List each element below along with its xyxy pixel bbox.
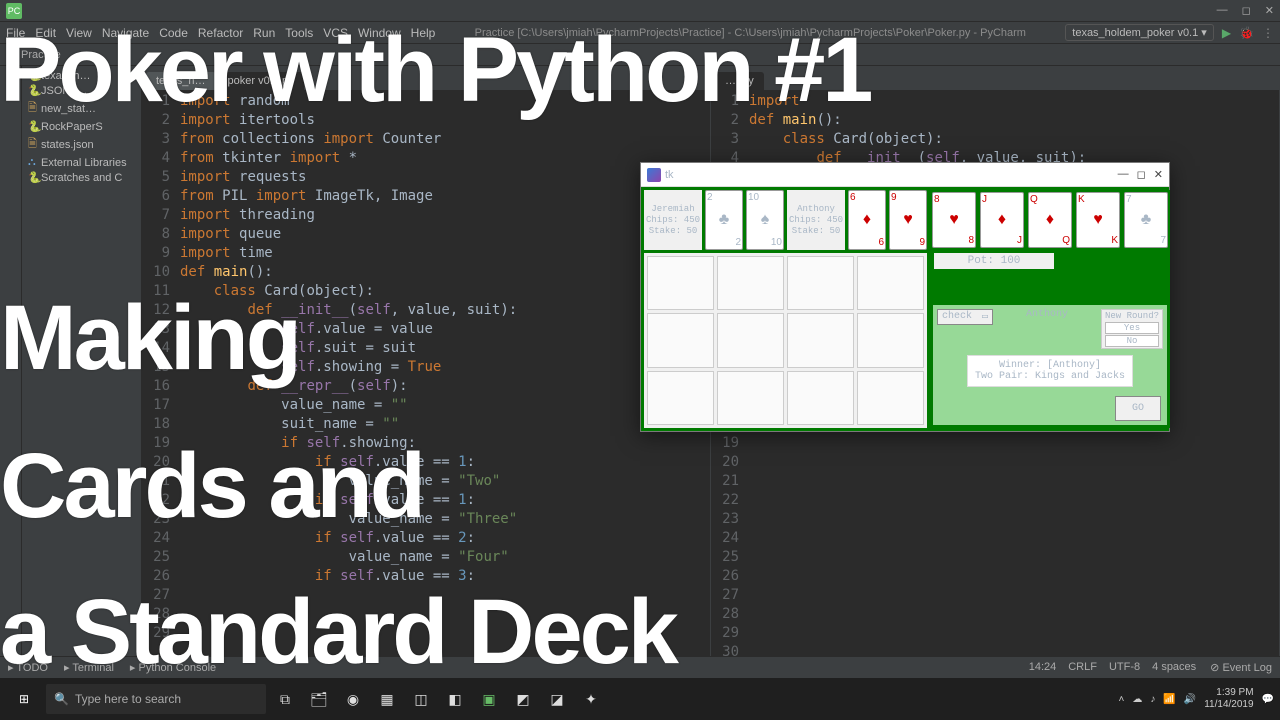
status-item[interactable]: UTF-8 <box>1109 661 1140 674</box>
tk-feather-icon <box>647 168 661 182</box>
grid-cell <box>787 313 854 367</box>
board-card: 7♣7 <box>1124 192 1168 248</box>
overlay-title-4: a Standard Deck <box>0 580 676 685</box>
grid-cell <box>857 313 924 367</box>
board-card: J♦J <box>980 192 1024 248</box>
tray-icon[interactable]: ˄ <box>1118 694 1124 705</box>
pycharm-taskbar-icon[interactable]: ▣ <box>474 684 504 714</box>
no-button[interactable]: No <box>1105 335 1159 347</box>
close-icon[interactable]: ✕ <box>1265 4 1274 17</box>
board-card: K♥K <box>1076 192 1120 248</box>
player-card: 6♦6 <box>848 190 886 250</box>
tk-board: 8♥8J♦JQ♦QK♥K7♣7 <box>930 190 1170 250</box>
grid-cell <box>647 256 714 310</box>
status-item[interactable]: CRLF <box>1068 661 1097 674</box>
explorer-icon[interactable]: 🗂 <box>304 684 334 714</box>
tk-results-panel: check▭ Anthony New Round? Yes No Winner:… <box>933 305 1167 425</box>
overlay-title-1: Poker with Python #1 <box>0 18 870 123</box>
run-config-dropdown[interactable]: texas_holdem_poker v0.1 ▾ <box>1065 24 1214 41</box>
taskbar-clock[interactable]: 1:39 PM 11/14/2019 <box>1204 687 1253 711</box>
grid-cell <box>647 313 714 367</box>
minimize-icon[interactable]: — <box>1217 4 1228 17</box>
overlay-title-2: Making <box>0 286 299 391</box>
app-icon[interactable]: ◫ <box>406 684 436 714</box>
player-info: AnthonyChips: 450Stake: 50 <box>787 190 845 250</box>
event-log[interactable]: ⊘ Event Log <box>1210 661 1272 674</box>
grid-cell <box>647 371 714 425</box>
check-dropdown[interactable]: check▭ <box>937 309 993 325</box>
taskbar-search[interactable]: 🔍 Type here to search <box>46 684 266 714</box>
grid-cell <box>857 256 924 310</box>
tk-titlebar[interactable]: tk — ◻ ✕ <box>641 163 1169 187</box>
new-round-box: New Round? Yes No <box>1101 309 1163 349</box>
project-node[interactable]: 🐍Scratches and C <box>22 170 141 185</box>
search-placeholder: Type here to search <box>75 692 181 706</box>
debug-icon[interactable]: 🐞 <box>1239 26 1254 40</box>
board-card: 8♥8 <box>932 192 976 248</box>
winner-box: Winner: [Anthony] Two Pair: Kings and Ja… <box>967 355 1133 387</box>
project-node[interactable]: ⛬External Libraries <box>22 155 141 170</box>
tk-maximize-icon[interactable]: ◻ <box>1137 168 1146 181</box>
app-icon[interactable]: ▦ <box>372 684 402 714</box>
grid-cell <box>857 371 924 425</box>
player-info: JeremiahChips: 450Stake: 50 <box>644 190 702 250</box>
search-icon: 🔍 <box>54 692 69 706</box>
app-icon[interactable]: ◧ <box>440 684 470 714</box>
maximize-icon[interactable]: ◻ <box>1242 4 1251 17</box>
wifi-icon[interactable]: 📶 <box>1163 694 1175 705</box>
tk-window[interactable]: tk — ◻ ✕ JeremiahChips: 450Stake: 502♣21… <box>640 162 1170 432</box>
status-item[interactable]: 4 spaces <box>1152 661 1196 674</box>
taskview-icon[interactable]: ⧉ <box>270 684 300 714</box>
tk-empty-grid <box>644 253 927 428</box>
system-tray[interactable]: ˄ ☁ ♪ 📶 🔊 1:39 PM 11/14/2019 💬 <box>1118 687 1274 711</box>
tray-icon[interactable]: ♪ <box>1150 694 1155 705</box>
tk-title: tk <box>665 169 674 181</box>
project-node[interactable]: 🗎states.json <box>22 134 141 155</box>
grid-cell <box>717 256 784 310</box>
results-title: Anthony <box>993 309 1101 320</box>
app-icon[interactable]: ◪ <box>542 684 572 714</box>
grid-cell <box>787 256 854 310</box>
go-button[interactable]: GO <box>1115 396 1161 421</box>
pycharm-logo-icon: PC <box>6 3 22 19</box>
tk-close-icon[interactable]: ✕ <box>1154 168 1163 181</box>
tk-minimize-icon[interactable]: — <box>1118 168 1129 181</box>
tk-pot-label: Pot: 100 <box>934 253 1054 269</box>
tray-icon[interactable]: ☁ <box>1132 694 1142 705</box>
overlay-title-3: Cards and <box>0 434 423 539</box>
run-icon[interactable]: ▶ <box>1222 26 1231 40</box>
grid-cell <box>717 313 784 367</box>
player-card: 9♥9 <box>889 190 927 250</box>
start-button[interactable]: ⊞ <box>6 684 42 714</box>
player-card: 2♣2 <box>705 190 743 250</box>
volume-icon[interactable]: 🔊 <box>1184 694 1196 705</box>
status-item[interactable]: 14:24 <box>1029 661 1057 674</box>
grid-cell <box>717 371 784 425</box>
more-icon[interactable]: ⋮ <box>1262 26 1274 40</box>
app-icon[interactable]: ◩ <box>508 684 538 714</box>
yes-button[interactable]: Yes <box>1105 322 1159 334</box>
chrome-icon[interactable]: ◉ <box>338 684 368 714</box>
notifications-icon[interactable]: 💬 <box>1262 694 1274 705</box>
board-card: Q♦Q <box>1028 192 1072 248</box>
player-card: 10♠10 <box>746 190 784 250</box>
grid-cell <box>787 371 854 425</box>
app-icon[interactable]: ✦ <box>576 684 606 714</box>
